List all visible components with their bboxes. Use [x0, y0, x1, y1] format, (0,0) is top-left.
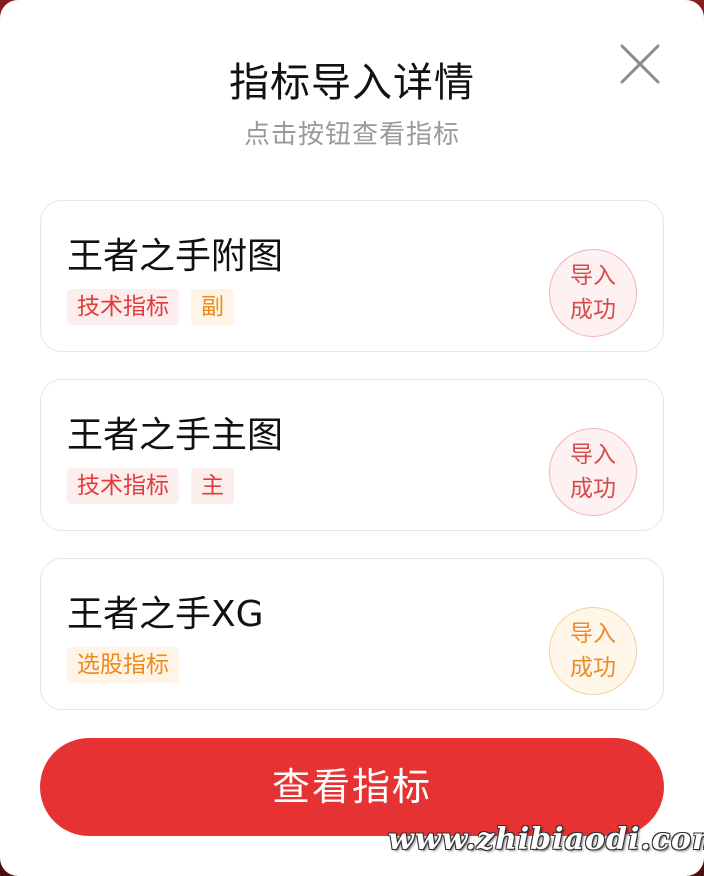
indicator-card[interactable]: 王者之手XG 选股指标 导入 成功 [40, 558, 664, 710]
import-success-stamp: 导入 成功 [549, 249, 637, 337]
indicator-type-tag: 选股指标 [67, 647, 179, 683]
indicator-card[interactable]: 王者之手附图 技术指标 副 导入 成功 [40, 200, 664, 352]
indicator-name: 王者之手附图 [67, 236, 284, 277]
indicator-position-tag: 主 [191, 468, 234, 504]
import-details-dialog: 指标导入详情 点击按钮查看指标 王者之手附图 技术指标 副 导入 成功 王者之手… [0, 0, 704, 876]
stamp-line-2: 成功 [570, 297, 616, 323]
indicator-tags: 技术指标 副 [67, 289, 234, 325]
indicator-type-tag: 技术指标 [67, 289, 179, 325]
import-success-stamp: 导入 成功 [549, 607, 637, 695]
dialog-title: 指标导入详情 [229, 60, 475, 106]
indicator-name: 王者之手主图 [67, 415, 284, 456]
close-icon [620, 44, 660, 84]
indicator-tags: 选股指标 [67, 647, 179, 683]
stamp-line-1: 导入 [570, 442, 616, 468]
site-watermark: www.zhibiaodi.com [388, 822, 704, 857]
indicator-name: 王者之手XG [67, 594, 264, 635]
stamp-line-1: 导入 [570, 263, 616, 289]
indicator-tags: 技术指标 主 [67, 468, 234, 504]
dialog-subtitle: 点击按钮查看指标 [243, 120, 460, 150]
stamp-line-2: 成功 [570, 655, 616, 681]
indicator-type-tag: 技术指标 [67, 468, 179, 504]
indicator-position-tag: 副 [191, 289, 234, 325]
stamp-line-1: 导入 [570, 621, 616, 647]
indicator-card[interactable]: 王者之手主图 技术指标 主 导入 成功 [40, 379, 664, 531]
stamp-line-2: 成功 [570, 476, 616, 502]
import-success-stamp: 导入 成功 [549, 428, 637, 516]
close-button[interactable] [618, 42, 662, 86]
